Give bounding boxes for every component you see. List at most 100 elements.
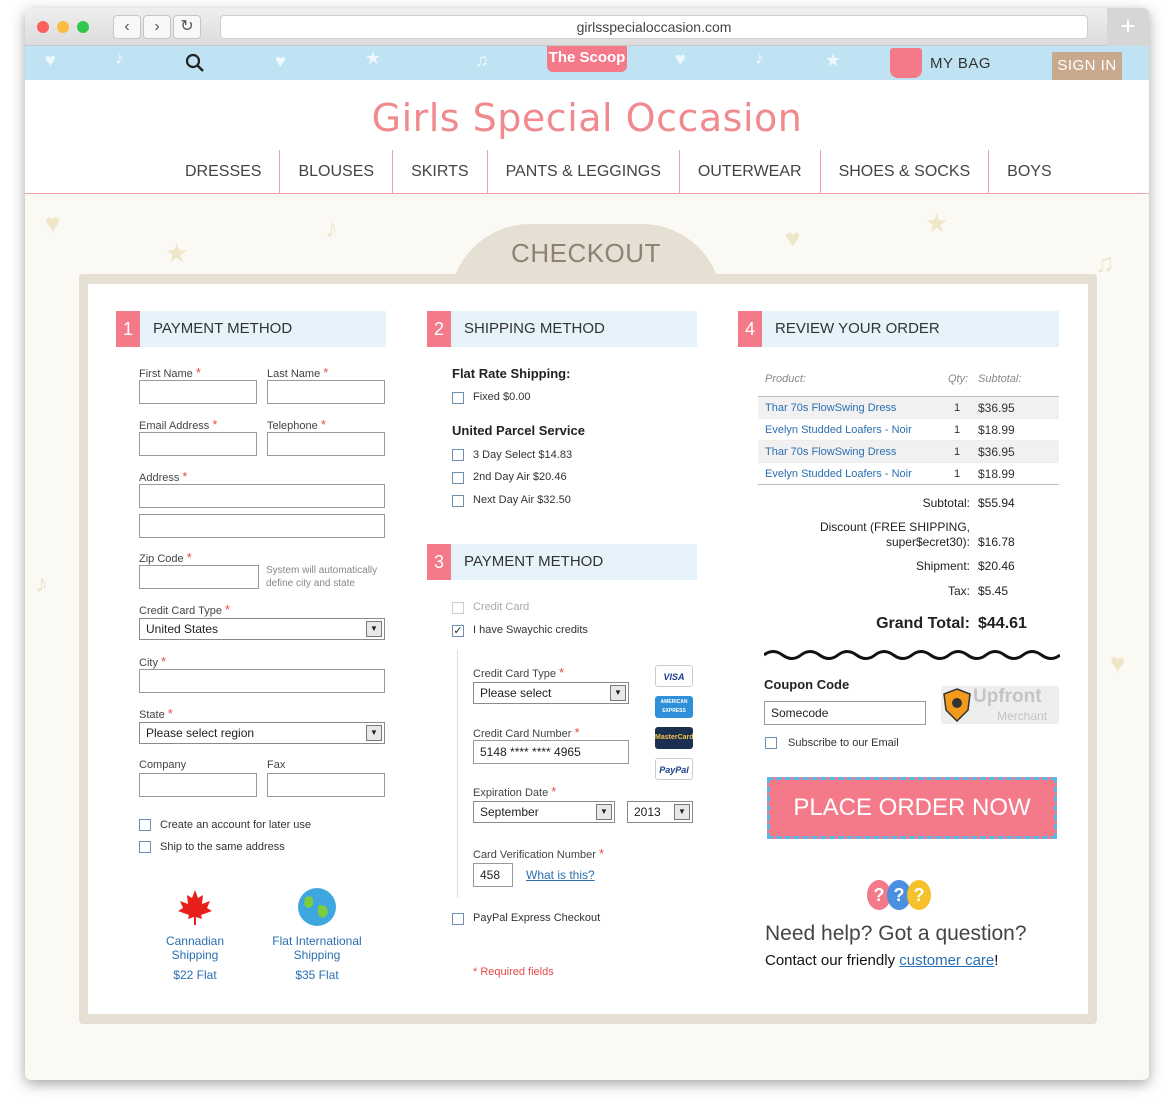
table-row: Thar 70s FlowSwing Dress 1 $36.95 [758,397,1059,419]
browser-chrome: ‹ › ↻ girlsspecialoccasion.com + [25,8,1149,46]
fax-input[interactable] [267,773,385,797]
maple-leaf-icon [178,890,212,925]
zip-note: System will automatically define city and… [266,565,378,589]
create-account-checkbox[interactable] [139,819,151,831]
paypal-express-checkbox[interactable] [452,913,464,925]
table-row: Evelyn Studded Loafers - Noir 1 $18.99 [758,463,1059,485]
my-bag-link[interactable]: MY BAG [930,55,991,72]
cvv-label: Card Verification Number * [473,846,605,861]
discount-label: Discount (FREE SHIPPING, super$ecret30): [819,520,970,549]
nav-item-skirts[interactable]: SKIRTS [392,150,487,194]
amex-card-icon: AMERICAN EXPRESS [655,696,693,718]
customer-care-link[interactable]: customer care [899,952,994,969]
exp-year-select[interactable]: 2013 ▼ [627,801,693,823]
col-product: Product: [765,373,806,385]
maximize-window-button[interactable] [77,21,89,33]
sign-in-button[interactable]: SIGN IN [1052,52,1122,80]
mastercard-icon: MasterCard [655,727,694,749]
nav-item-boys[interactable]: BOYS [988,150,1069,194]
flat-rate-title: Flat Rate Shipping: [452,366,571,381]
close-window-button[interactable] [37,21,49,33]
first-name-input[interactable] [139,380,257,404]
company-input[interactable] [139,773,257,797]
last-name-input[interactable] [267,380,385,404]
item-price: $18.99 [978,423,1015,437]
cc-number-input[interactable]: 5148 **** **** 4965 [473,740,629,764]
address-line2-input[interactable] [139,514,385,538]
zip-input[interactable] [139,565,259,589]
wavy-divider [764,650,1060,660]
search-icon[interactable] [185,53,205,73]
item-name-link[interactable]: Evelyn Studded Loafers - Noir [765,463,912,485]
cc-type-select[interactable]: Please select ▼ [473,682,629,704]
what-is-this-link[interactable]: What is this? [526,868,595,882]
item-qty: 1 [954,424,961,436]
tax-value: $5.45 [978,584,1009,598]
ups-2day-checkbox[interactable] [452,472,464,484]
minimize-window-button[interactable] [57,21,69,33]
site-logo[interactable]: Girls Special Occasion [25,96,1149,140]
fixed-shipping-label: Fixed $0.00 [473,391,531,403]
ups-3day-checkbox[interactable] [452,449,464,461]
forward-button[interactable]: › [143,15,171,39]
tax-label: Tax: [947,584,970,598]
cvv-input[interactable]: 458 [473,863,513,887]
item-name-link[interactable]: Thar 70s FlowSwing Dress [765,441,896,463]
item-name-link[interactable]: Evelyn Studded Loafers - Noir [765,419,912,441]
exp-month-select[interactable]: September ▼ [473,801,615,823]
section-title: PAYMENT METHOD [464,553,604,570]
section-number: 1 [116,311,140,347]
nav-item-shoes-socks[interactable]: SHOES & SOCKS [819,150,989,194]
item-price: $36.95 [978,401,1015,415]
nav-item-outerwear[interactable]: OUTERWEAR [678,150,820,194]
nav-item-dresses[interactable]: DRESSES [167,150,279,194]
address-bar[interactable]: girlsspecialoccasion.com [220,15,1088,39]
shipment-label: Shipment: [915,559,970,573]
back-button[interactable]: ‹ [113,15,141,39]
canadian-shipping-label[interactable]: Cannadian Shipping [155,934,235,962]
nav-item-pants-leggings[interactable]: PANTS & LEGGINGS [486,150,679,194]
telephone-label: Telephone * [267,417,326,432]
state-select[interactable]: Please select region ▼ [139,722,385,744]
paypal-express-label: PayPal Express Checkout [473,912,601,924]
telephone-input[interactable] [267,432,385,456]
credit-card-checkbox[interactable] [452,602,464,614]
canadian-shipping-price: $22 Flat [173,968,217,982]
reload-button[interactable]: ↻ [173,15,201,39]
required-fields-note: * Required fields [473,966,554,978]
background-pattern-icon: ♪ [35,568,48,598]
email-input[interactable] [139,432,257,456]
swaychic-credits-checkbox[interactable]: ✓ [452,625,464,637]
background-pattern-icon: ♥ [1110,648,1126,678]
subtotal-label: Subtotal: [922,496,970,510]
section-payment-method-2-header: 3 PAYMENT METHOD [427,544,697,580]
col-qty: Qty: [948,373,969,385]
fixed-shipping-checkbox[interactable] [452,392,464,404]
coupon-input[interactable]: Somecode [764,701,926,725]
the-scoop-tab[interactable]: The Scoop [547,46,627,72]
ship-same-checkbox[interactable] [139,841,151,853]
item-qty: 1 [954,468,961,480]
ups-nextday-checkbox[interactable] [452,495,464,507]
address-line1-input[interactable] [139,484,385,508]
order-table: Product: Qty: Subtotal: Thar 70s FlowSwi… [758,368,1059,485]
city-input[interactable] [139,669,385,693]
create-account-label: Create an account for later use [160,819,312,831]
star-pattern-icon: ★ [365,48,382,68]
chevron-down-icon: ▼ [366,621,382,637]
country-select[interactable]: United States ▼ [139,618,385,640]
section-number: 4 [738,311,762,347]
item-price: $18.99 [978,467,1015,481]
cc-type-label: Credit Card Type * [139,602,231,617]
section-number: 3 [427,544,451,580]
item-name-link[interactable]: Thar 70s FlowSwing Dress [765,397,896,419]
question-marks-icon: ? ? ? [867,880,931,910]
expiration-label: Expiration Date * [473,784,557,799]
new-tab-button[interactable]: + [1107,8,1149,46]
shopping-bag-icon[interactable] [890,48,922,78]
place-order-button[interactable]: PLACE ORDER NOW [767,777,1057,839]
nav-item-blouses[interactable]: BLOUSES [279,150,392,194]
international-shipping-label[interactable]: Flat International Shipping [265,934,369,962]
city-label: City * [139,654,167,669]
subscribe-checkbox[interactable] [765,737,777,749]
